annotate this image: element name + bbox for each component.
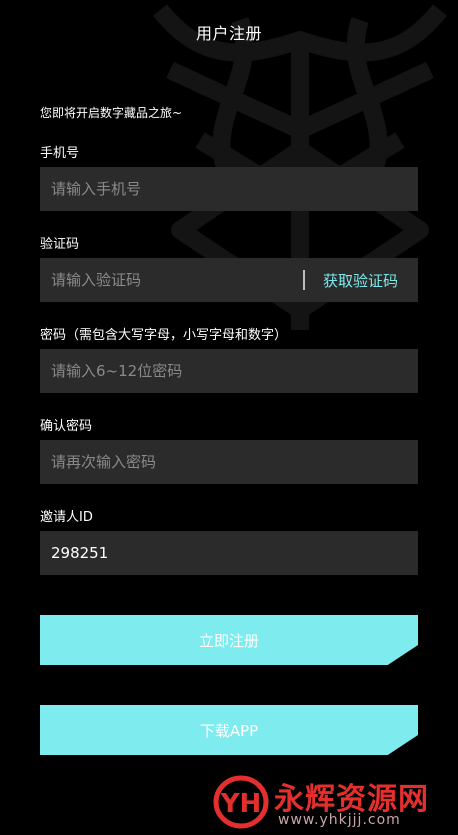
yh-logo-text: YH xyxy=(220,789,262,819)
download-app-button[interactable]: 下载APP xyxy=(40,705,418,755)
intro-text: 您即将开启数字藏品之旅~ xyxy=(40,106,183,120)
yh-logo-icon: YH xyxy=(213,775,269,829)
page-title: 用户注册 xyxy=(195,24,262,43)
code-field: 获取验证码 xyxy=(40,258,418,302)
get-code-button[interactable]: 获取验证码 xyxy=(323,270,398,291)
phone-field xyxy=(40,167,418,211)
code-label: 验证码 xyxy=(40,237,80,252)
inviter-id-field xyxy=(40,531,418,575)
confirm-password-input[interactable] xyxy=(40,440,418,484)
watermark-url: www.yhkjjj.com xyxy=(278,812,401,828)
inviter-id-input[interactable] xyxy=(40,531,418,575)
password-input[interactable] xyxy=(40,349,418,393)
password-label: 密码（需包含大写字母，小写字母和数字） xyxy=(40,328,288,343)
confirm-password-label: 确认密码 xyxy=(40,419,93,434)
code-divider xyxy=(302,270,305,290)
phone-label: 手机号 xyxy=(40,146,80,161)
inviter-id-label: 邀请人ID xyxy=(40,510,93,525)
register-button[interactable]: 立即注册 xyxy=(40,615,418,665)
confirm-password-field xyxy=(40,440,418,484)
password-field xyxy=(40,349,418,393)
code-input[interactable] xyxy=(40,258,303,302)
watermark: YH 永辉资源网 www.yhkjjj.com xyxy=(212,770,458,835)
phone-input[interactable] xyxy=(40,167,418,211)
